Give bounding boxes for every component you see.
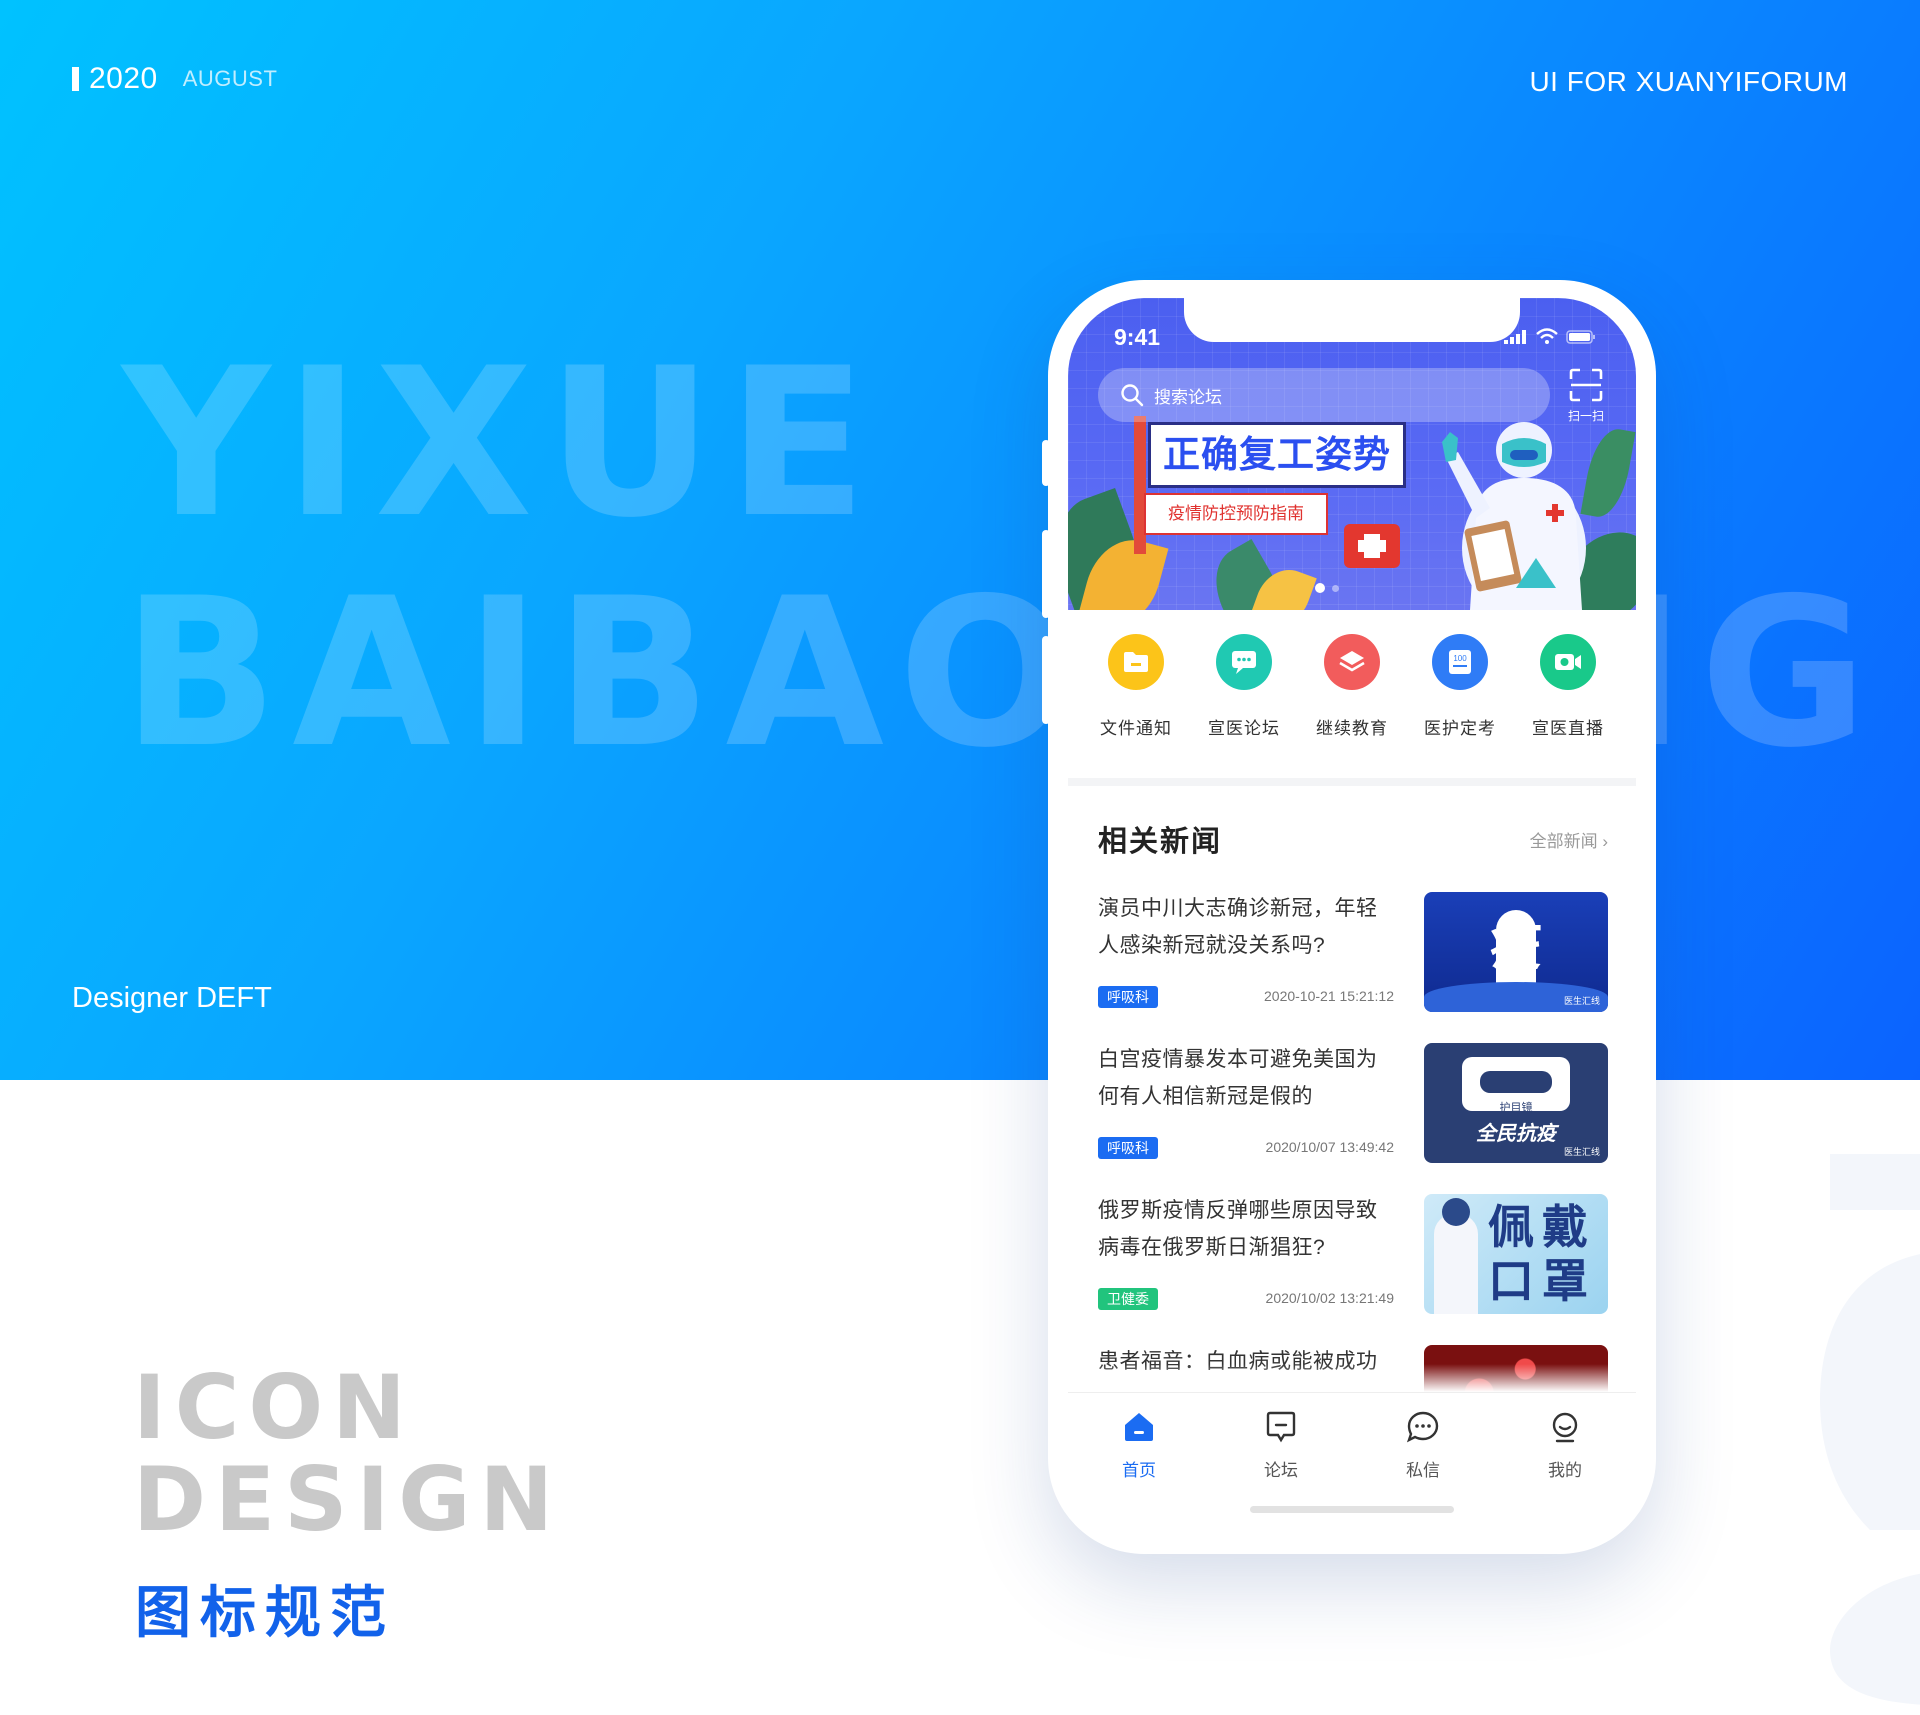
banner-subline: 疫情防控预防指南	[1168, 504, 1304, 523]
banner-carousel[interactable]: 正确复工姿势 疫情防控预防指南 9:41 搜索论坛 扫一扫	[1068, 298, 1636, 610]
date-label: 2020 AUGUST	[72, 62, 277, 96]
news-item[interactable]: 白宫疫情暴发本可避免美国为何有人相信新冠是假的 呼吸科 2020/10/07 1…	[1098, 1041, 1608, 1163]
quick-entry-label: 宣医论坛	[1208, 719, 1280, 738]
news-title: 演员中川大志确诊新冠，年轻人感染新冠就没关系吗?	[1098, 897, 1378, 957]
news-header: 相关新闻 全部新闻 ›	[1098, 818, 1608, 860]
doctor-head	[1442, 1198, 1470, 1226]
section-divider	[1068, 778, 1636, 786]
news-time: 2020/10/07 13:49:42	[1265, 1139, 1394, 1155]
month-text: AUGUST	[182, 66, 278, 91]
video-icon	[1540, 634, 1596, 690]
status-time: 9:41	[1114, 324, 1161, 350]
news-item[interactable]: 俄罗斯疫情反弹哪些原因导致病毒在俄罗斯日渐猖狂? 卫健委 2020/10/02 …	[1098, 1192, 1608, 1314]
tab-label: 论坛	[1264, 1461, 1298, 1480]
bottom-tab-bar: 首页 论坛 私信 我的	[1068, 1392, 1636, 1492]
project-title: UI FOR XUANYIFORUM	[1529, 66, 1848, 97]
quick-entry-live[interactable]: 宣医直播	[1520, 634, 1616, 739]
list-fade	[1068, 1364, 1636, 1392]
thumbnail-subtext: 护目镜	[1499, 1102, 1533, 1114]
quick-entry-grid: 文件通知 宣医论坛 继续教育 100 医护定考 宣医直播	[1068, 634, 1636, 739]
medkit-icon	[1344, 524, 1400, 568]
tab-label: 私信	[1406, 1461, 1440, 1480]
search-placeholder: 搜索论坛	[1154, 387, 1222, 407]
message-icon	[1406, 1411, 1439, 1443]
quick-entry-label: 宣医直播	[1532, 719, 1604, 738]
accent-bar	[72, 67, 79, 91]
banner-headline-board: 正确复工姿势	[1148, 422, 1406, 488]
quick-entry-education[interactable]: 继续教育	[1304, 634, 1400, 739]
all-news-label: 全部新闻	[1529, 831, 1598, 851]
quick-entry-label: 继续教育	[1316, 719, 1388, 738]
chevron-right-icon: ›	[1602, 831, 1608, 851]
news-title: 俄罗斯疫情反弹哪些原因导致病毒在俄罗斯日渐猖狂?	[1098, 1199, 1378, 1259]
year-text: 2020	[89, 62, 158, 95]
quick-entry-exam[interactable]: 100 医护定考	[1412, 634, 1508, 739]
news-item[interactable]: 演员中川大志确诊新冠，年轻人感染新冠就没关系吗? 呼吸科 2020-10-21 …	[1098, 890, 1608, 1012]
hero-watermark-line1: YIXUE	[122, 325, 882, 563]
thumbnail-text: 佩戴口罩	[1488, 1200, 1596, 1308]
doctor-illustration	[1442, 422, 1586, 610]
carousel-dot-active[interactable]	[1315, 583, 1325, 593]
decorative-number-shape	[1820, 1154, 1920, 1705]
thumbnail-text: 全民抗疫	[1476, 1123, 1556, 1145]
search-icon	[1121, 384, 1144, 407]
news-tag: 呼吸科	[1098, 1137, 1158, 1159]
home-indicator[interactable]	[1250, 1506, 1454, 1513]
chat-icon	[1216, 634, 1272, 690]
wifi-icon	[1536, 328, 1558, 344]
scan-icon	[1569, 368, 1603, 402]
tab-forum[interactable]: 论坛	[1236, 1411, 1326, 1492]
profile-icon	[1552, 1412, 1578, 1443]
phone-volume-down	[1042, 636, 1050, 724]
quick-entry-label: 医护定考	[1424, 719, 1496, 738]
section-title-line2: DESIGN	[133, 1448, 563, 1551]
exam-icon: 100	[1432, 634, 1488, 690]
quick-entry-label: 文件通知	[1100, 719, 1172, 738]
banner-headline: 正确复工姿势	[1163, 433, 1391, 476]
tab-label: 首页	[1122, 1461, 1156, 1480]
section-title-cn: 图标规范	[135, 1581, 395, 1646]
news-thumbnail: 护目镜 全民抗疫 医生汇线	[1424, 1043, 1608, 1163]
news-tag: 呼吸科	[1098, 986, 1158, 1008]
news-tag: 卫健委	[1098, 1288, 1158, 1310]
scan-label: 扫一扫	[1567, 409, 1604, 423]
svg-text:100: 100	[1453, 654, 1467, 663]
status-icons	[1504, 328, 1596, 344]
layers-icon	[1324, 634, 1380, 690]
carousel-dot[interactable]	[1332, 585, 1339, 592]
news-thumbnail: 佩戴口罩	[1424, 1194, 1608, 1314]
phone-mockup: 正确复工姿势 疫情防控预防指南 9:41 搜索论坛 扫一扫 文件通知 宣医论坛 …	[1042, 280, 1656, 1554]
scan-button[interactable]: 扫一扫	[1568, 368, 1604, 424]
quick-entry-file-notice[interactable]: 文件通知	[1088, 634, 1184, 739]
news-time: 2020/10/02 13:21:49	[1265, 1290, 1394, 1306]
section-title-line1: ICON	[133, 1356, 415, 1459]
phone-screen: 正确复工姿势 疫情防控预防指南 9:41 搜索论坛 扫一扫 文件通知 宣医论坛 …	[1068, 298, 1636, 1536]
home-icon	[1125, 1413, 1153, 1441]
thumbnail-caption: 医生汇线	[1563, 1147, 1600, 1157]
banner-subline-board: 疫情防控预防指南	[1144, 493, 1328, 535]
tab-profile[interactable]: 我的	[1520, 1411, 1610, 1492]
tab-home[interactable]: 首页	[1094, 1411, 1184, 1492]
phone-side-button	[1042, 440, 1050, 486]
thumbnail-caption: 医生汇线	[1563, 996, 1600, 1006]
signal-icon	[1504, 330, 1526, 344]
quick-entry-forum[interactable]: 宣医论坛	[1196, 634, 1292, 739]
tab-messages[interactable]: 私信	[1378, 1411, 1468, 1492]
designer-credit: Designer DEFT	[72, 982, 272, 1014]
forum-icon	[1266, 1411, 1296, 1443]
news-thumbnail: 疫 情 医生汇线	[1424, 892, 1608, 1012]
all-news-link[interactable]: 全部新闻 ›	[1530, 827, 1608, 852]
search-bar[interactable]: 搜索论坛	[1098, 368, 1550, 422]
news-section-title: 相关新闻	[1098, 824, 1223, 858]
folder-icon	[1108, 634, 1164, 690]
battery-icon	[1566, 330, 1595, 344]
news-title: 白宫疫情暴发本可避免美国为何有人相信新冠是假的	[1098, 1048, 1378, 1108]
tab-label: 我的	[1548, 1461, 1582, 1480]
news-time: 2020-10-21 15:21:12	[1264, 988, 1394, 1004]
doctor-figure	[1434, 1214, 1478, 1314]
phone-volume-up	[1042, 530, 1050, 618]
section-title: ICON DESIGN	[133, 1362, 562, 1546]
goggles-lens	[1480, 1071, 1552, 1093]
phone-notch	[1184, 298, 1520, 342]
